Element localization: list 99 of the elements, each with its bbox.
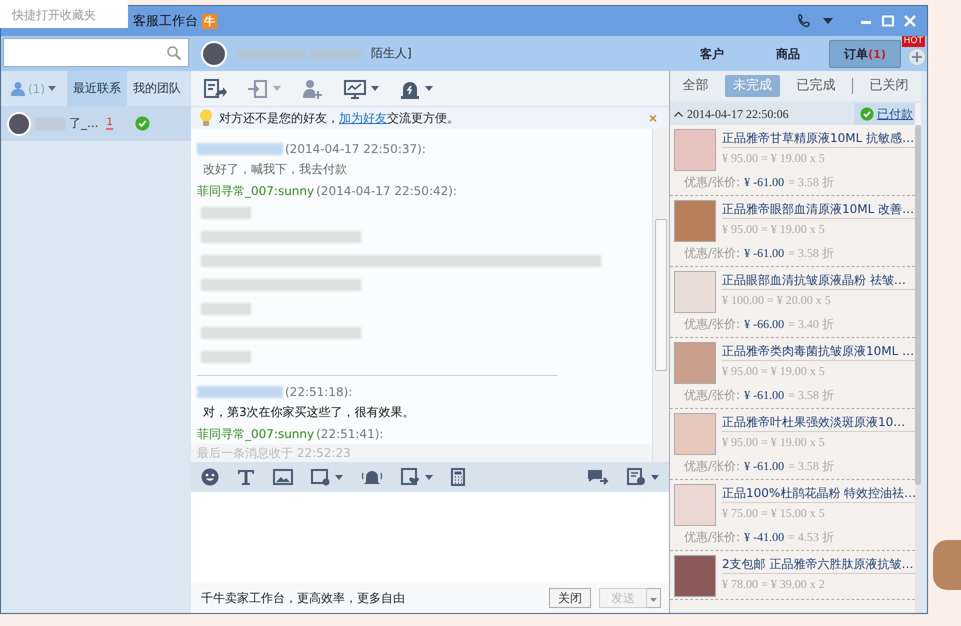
discount-value: ¥ -61.00 [744, 174, 784, 191]
avatar [7, 112, 31, 136]
font-icon[interactable] [237, 468, 255, 486]
search-icon[interactable] [166, 44, 182, 60]
close-button[interactable]: 关闭 [549, 588, 591, 608]
price-text: ¥ 78.00 = ¥ 39.00 x 2 [722, 576, 826, 593]
panel-tab[interactable]: 客户 [677, 40, 747, 66]
rank-badge: 1 [106, 117, 113, 130]
discount-rate: = 3.58 折 [788, 387, 834, 404]
price-text: ¥ 95.00 = ¥ 19.00 x 5 [722, 363, 826, 380]
discount-label: 优惠/张价: [684, 174, 740, 191]
caret-icon[interactable] [425, 86, 433, 91]
discount-value: ¥ -61.00 [744, 458, 784, 475]
send-options-button[interactable] [647, 588, 661, 608]
window-title: 客服工作台 [133, 13, 198, 30]
caret-icon[interactable] [425, 474, 433, 480]
discount-rate: = 3.40 折 [788, 316, 834, 333]
check-icon [860, 107, 874, 121]
last-message-time: 最后一条消息收于 22:52:23 [191, 444, 652, 462]
panel-tab[interactable]: 订单(1) [829, 40, 901, 68]
app-logo: 牛 [202, 14, 217, 28]
product-title-link[interactable]: 正品雅帝眼部血清原液10ML 改善… [722, 200, 915, 219]
sidebar-tab[interactable]: 我的团队 [127, 71, 187, 106]
caret-icon[interactable] [335, 474, 343, 480]
product-title-link[interactable]: 正品雅帝甘草精原液10ML 抗敏感… [722, 129, 915, 148]
tooltip-hint: 快捷打开收藏夹 [12, 7, 97, 24]
message-text: 对，第3次在你家买这些了，很有效果。 [202, 404, 416, 421]
discount-label: 优惠/张价: [684, 529, 740, 546]
person-icon [11, 81, 25, 96]
filter-tab[interactable]: 全部 [674, 75, 716, 97]
filter-tab[interactable]: 已完成 [788, 75, 844, 97]
caret-icon[interactable] [651, 474, 659, 480]
price-text: ¥ 95.00 = ¥ 19.00 x 5 [722, 150, 826, 167]
contact-row[interactable]: 了_... 1 [1, 106, 191, 141]
price-text: ¥ 95.00 = ¥ 19.00 x 5 [722, 434, 826, 451]
discount-value: ¥ -61.00 [744, 245, 784, 262]
promo-text: 千牛卖家工作台，更高效率，更多自由 [201, 590, 405, 606]
add-icon[interactable] [908, 48, 926, 66]
product-title-link[interactable]: 正品雅帝叶杜果强效淡斑原液10… [722, 413, 915, 432]
contact-name: 了_... [69, 115, 98, 132]
monitor-icon[interactable] [343, 78, 367, 100]
message-time: (22:51:41): [316, 427, 384, 441]
discount-label: 优惠/张价: [684, 245, 740, 262]
image-icon[interactable] [273, 468, 293, 486]
sender-name: 菲同寻常_007:sunny [197, 426, 314, 442]
caret-icon[interactable] [823, 18, 833, 24]
product-title-link[interactable]: 正品眼部血清抗皱原液晶粉 祛皱… [722, 271, 915, 290]
discount-value: ¥ -41.00 [744, 529, 784, 546]
smiley-icon[interactable] [201, 468, 219, 486]
bell-icon[interactable] [361, 468, 383, 486]
product-title-link[interactable]: 2支包邮 正品雅帝六胜肽原液抗皱… [722, 555, 915, 574]
price-text: ¥ 100.00 = ¥ 20.00 x 5 [722, 292, 832, 309]
message-time: (22:51:18): [285, 385, 352, 399]
caret-icon[interactable] [371, 86, 379, 91]
caret-icon [650, 598, 657, 602]
scrollbar[interactable] [652, 129, 669, 462]
discount-value: ¥ -61.00 [744, 387, 784, 404]
discount-rate: = 3.58 折 [788, 174, 834, 191]
add-user-icon[interactable] [301, 78, 323, 100]
document-settings-icon[interactable] [627, 468, 647, 486]
discount-value: ¥ -66.00 [744, 316, 784, 333]
lightbulb-icon [199, 109, 213, 127]
discount-rate: = 3.58 折 [788, 245, 834, 262]
note-share-icon[interactable] [203, 78, 227, 100]
discount-rate: = 3.58 折 [788, 458, 834, 475]
product-title-link[interactable]: 正品雅帝类肉毒菌抗皱原液10ML … [722, 342, 915, 361]
chat-forward-icon[interactable] [587, 468, 609, 486]
price-text: ¥ 95.00 = ¥ 19.00 x 5 [722, 221, 826, 238]
caret-icon [48, 86, 56, 91]
sidebar-tab[interactable]: 最近联系 [67, 71, 127, 106]
order-time: 2014-04-17 22:50:06 [687, 106, 789, 122]
message-time: (2014-04-17 22:50:42): [316, 184, 457, 198]
notice-text: 对方还不是您的好友，加为好友交流更方便。 [219, 110, 459, 126]
maximize-icon[interactable] [881, 15, 895, 27]
heart-note-icon[interactable] [401, 468, 421, 486]
close-icon[interactable] [903, 15, 917, 27]
collapse-icon[interactable] [674, 111, 683, 117]
discount-label: 优惠/张价: [684, 316, 740, 333]
product-title-link[interactable]: 正品100%杜鹃花晶粉 特效控油祛… [722, 484, 915, 503]
sender-name: 菲同寻常_007:sunny [197, 182, 314, 200]
discount-label: 优惠/张价: [684, 458, 740, 475]
avatar [201, 40, 227, 66]
contact-name: 陌生人] [371, 45, 412, 62]
discount-rate: = 4.53 折 [788, 529, 834, 546]
message-time: (2014-04-17 22:50:37): [285, 142, 426, 156]
search-field[interactable] [3, 38, 189, 67]
transfer-icon[interactable] [247, 78, 269, 100]
panel-tab[interactable]: 商品 [753, 40, 823, 66]
hot-badge: HOT [902, 36, 925, 47]
filter-tab[interactable]: 已关闭 [862, 75, 917, 97]
phone-icon[interactable] [795, 13, 811, 29]
scrollbar[interactable] [915, 125, 921, 613]
screenshot-icon[interactable] [311, 468, 331, 486]
mascot-drawing [933, 540, 961, 590]
message-text: 改好了，喊我下，我去付款 [202, 161, 348, 178]
calculator-icon[interactable] [451, 468, 465, 486]
price-text: ¥ 75.00 = ¥ 15.00 x 5 [722, 505, 826, 522]
discount-label: 优惠/张价: [684, 387, 740, 404]
add-friend-link[interactable]: 加为好友 [339, 110, 387, 124]
